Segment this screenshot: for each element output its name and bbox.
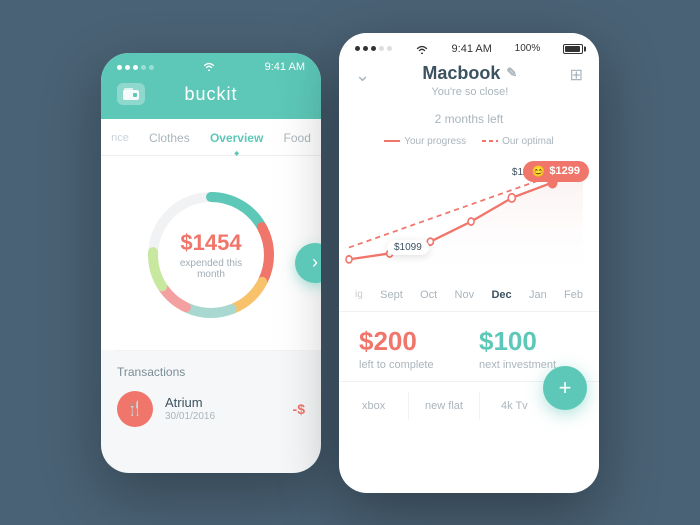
battery-bar — [563, 44, 583, 54]
donut-section: $1454 expended this month — [101, 156, 321, 350]
phone-left: 9:41 AM buckit nce Clothes Overview Food — [101, 53, 321, 473]
wifi-icon — [202, 61, 216, 74]
chart-area: $1099 $1199 😊 $1299 — [339, 153, 599, 283]
transaction-icon: 🍴 — [117, 391, 153, 427]
fab-label: + — [559, 375, 572, 401]
grid-icon[interactable]: ⊞ — [570, 65, 583, 85]
nav-tabs: nce Clothes Overview Food — [101, 119, 321, 156]
transactions-title: Transactions — [117, 365, 305, 379]
tab-balance[interactable]: nce — [105, 130, 135, 146]
price-bubble: 😊 $1299 — [523, 161, 589, 182]
battery-label: 100% — [515, 43, 541, 54]
macbook-title: Macbook — [422, 63, 500, 84]
legend-optimal: Our optimal — [482, 136, 554, 147]
smiley-icon: 😊 — [532, 165, 546, 178]
phones-container: 9:41 AM buckit nce Clothes Overview Food — [101, 33, 599, 493]
legend-progress: Your progress — [384, 136, 466, 147]
stat-right: $100 next investment — [479, 326, 579, 371]
phone-right: 9:41 AM 100% ⌄ Macbook ✎ You're so close… — [339, 33, 599, 493]
left-header: buckit — [101, 78, 321, 119]
month-nov: Nov — [455, 289, 475, 301]
price-1099: $1099 — [387, 240, 429, 255]
stat-amount-left: $200 — [359, 326, 459, 357]
month-sept: Sept — [380, 289, 403, 301]
month-jan: Jan — [529, 289, 547, 301]
stat-amount-right: $100 — [479, 326, 579, 357]
bottom-xbox[interactable]: xbox — [339, 392, 409, 420]
status-time: 9:41 AM — [265, 61, 305, 73]
months-left: 2 months left — [339, 108, 599, 136]
transaction-name: Atrium — [165, 395, 281, 410]
month-dec: Dec — [491, 289, 511, 301]
bubble-price: $1299 — [549, 165, 580, 177]
month-aug: ig — [355, 289, 363, 300]
month-feb: Feb — [564, 289, 583, 301]
right-status-time: 9:41 AM — [452, 43, 492, 55]
detail-header: ⌄ Macbook ✎ You're so close! ⊞ — [339, 59, 599, 108]
right-signal — [355, 46, 392, 51]
left-status-bar: 9:41 AM — [101, 53, 321, 78]
bottom-new-flat[interactable]: new flat — [409, 392, 479, 420]
month-oct: Oct — [420, 289, 437, 301]
signal-dots — [117, 65, 154, 70]
transaction-info: Atrium 30/01/2016 — [165, 395, 281, 422]
tab-overview[interactable]: Overview — [204, 129, 269, 147]
donut-amount: $1454 — [174, 230, 249, 256]
right-status-bar: 9:41 AM 100% — [339, 33, 599, 59]
donut-center: $1454 expended this month — [174, 230, 249, 280]
edit-icon[interactable]: ✎ — [506, 65, 517, 81]
transaction-date: 30/01/2016 — [165, 411, 281, 422]
stat-label-left: left to complete — [359, 359, 459, 371]
detail-title-block: Macbook ✎ You're so close! — [370, 63, 570, 98]
tab-clothes[interactable]: Clothes — [143, 129, 196, 147]
transactions-section: Transactions 🍴 Atrium 30/01/2016 -$ — [101, 351, 321, 473]
right-wifi-icon — [415, 44, 429, 54]
tab-food[interactable]: Food — [278, 129, 317, 147]
wallet-icon — [117, 83, 145, 105]
transaction-amount: -$ — [293, 401, 305, 417]
chart-legend: Your progress Our optimal — [339, 136, 599, 153]
bottom-row: xbox new flat 4k Tv + — [339, 382, 599, 420]
donut-chart: $1454 expended this month — [136, 180, 286, 330]
transaction-item: 🍴 Atrium 30/01/2016 -$ — [117, 391, 305, 427]
stat-left: $200 left to complete — [359, 326, 459, 371]
fab-button[interactable]: + — [543, 366, 587, 410]
detail-subtitle: You're so close! — [370, 86, 570, 98]
x-axis: ig Sept Oct Nov Dec Jan Feb — [339, 283, 599, 301]
legend-optimal-label: Our optimal — [502, 136, 554, 147]
legend-progress-label: Your progress — [404, 136, 466, 147]
detail-title: Macbook ✎ — [370, 63, 570, 84]
back-arrow[interactable]: ⌄ — [355, 65, 370, 86]
app-title: buckit — [184, 84, 237, 105]
donut-label: expended this month — [174, 258, 249, 280]
